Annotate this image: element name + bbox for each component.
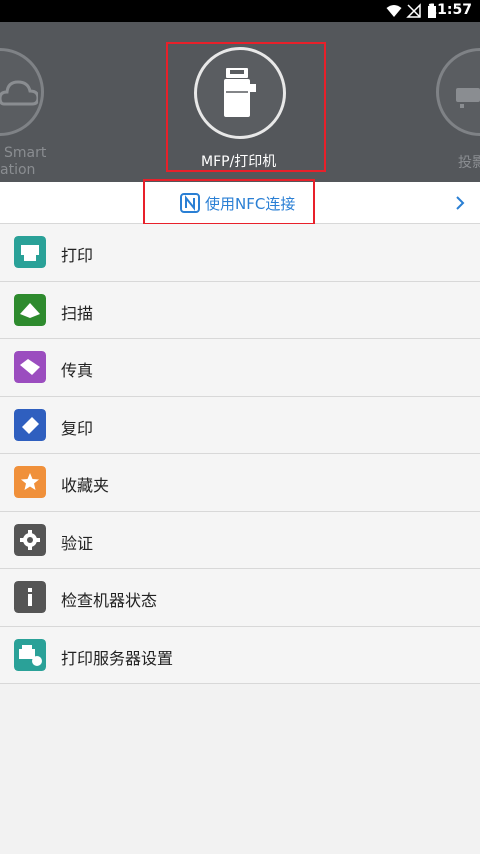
copy-icon bbox=[14, 408, 46, 441]
no-signal-icon bbox=[406, 3, 421, 18]
highlight-box-mfp bbox=[166, 42, 326, 172]
status-time: 11:57 bbox=[427, 2, 472, 18]
menu-item-print[interactable]: 打印 bbox=[0, 224, 480, 282]
gear-icon bbox=[14, 523, 46, 556]
projector-icon bbox=[456, 88, 480, 108]
fax-icon bbox=[14, 351, 46, 383]
info-icon bbox=[14, 581, 46, 613]
menu-item-label: 收藏夹 bbox=[61, 476, 110, 495]
print-server-icon bbox=[14, 638, 46, 671]
menu-item-label: 验证 bbox=[61, 533, 94, 553]
menu-item-print-server-settings[interactable]: 打印服务器设置 bbox=[0, 626, 480, 684]
menu-item-scan[interactable]: 扫描 bbox=[0, 281, 480, 339]
device-label-line1: Smart bbox=[4, 145, 47, 161]
highlight-box-nfc bbox=[143, 179, 315, 225]
menu-item-label: 检查机器状态 bbox=[61, 591, 158, 610]
wifi-icon bbox=[386, 5, 402, 17]
cloud-icon bbox=[0, 80, 38, 106]
menu-item-copy[interactable]: 复印 bbox=[0, 396, 480, 454]
device-label-line2: ation bbox=[0, 162, 36, 178]
chevron-right-icon bbox=[456, 196, 465, 210]
menu-item-label: 打印服务器设置 bbox=[61, 648, 174, 668]
menu-item-device-status[interactable]: 检查机器状态 bbox=[0, 569, 480, 627]
function-menu: 打印 扫描 传真 复印 收藏夹 验证 检查机器状态 打印服务器设置 bbox=[0, 224, 480, 684]
menu-item-authentication[interactable]: 验证 bbox=[0, 511, 480, 569]
menu-item-label: 复印 bbox=[61, 418, 94, 438]
menu-item-label: 打印 bbox=[61, 246, 94, 265]
scan-icon bbox=[14, 293, 46, 326]
device-label: 投影 bbox=[458, 155, 480, 171]
menu-item-fax[interactable]: 传真 bbox=[0, 339, 480, 397]
menu-item-label: 扫描 bbox=[61, 303, 94, 323]
print-icon bbox=[14, 236, 46, 268]
menu-item-favorites[interactable]: 收藏夹 bbox=[0, 454, 480, 512]
star-icon bbox=[14, 466, 46, 498]
status-bar: 11:57 bbox=[0, 0, 480, 22]
menu-item-label: 传真 bbox=[61, 361, 94, 380]
